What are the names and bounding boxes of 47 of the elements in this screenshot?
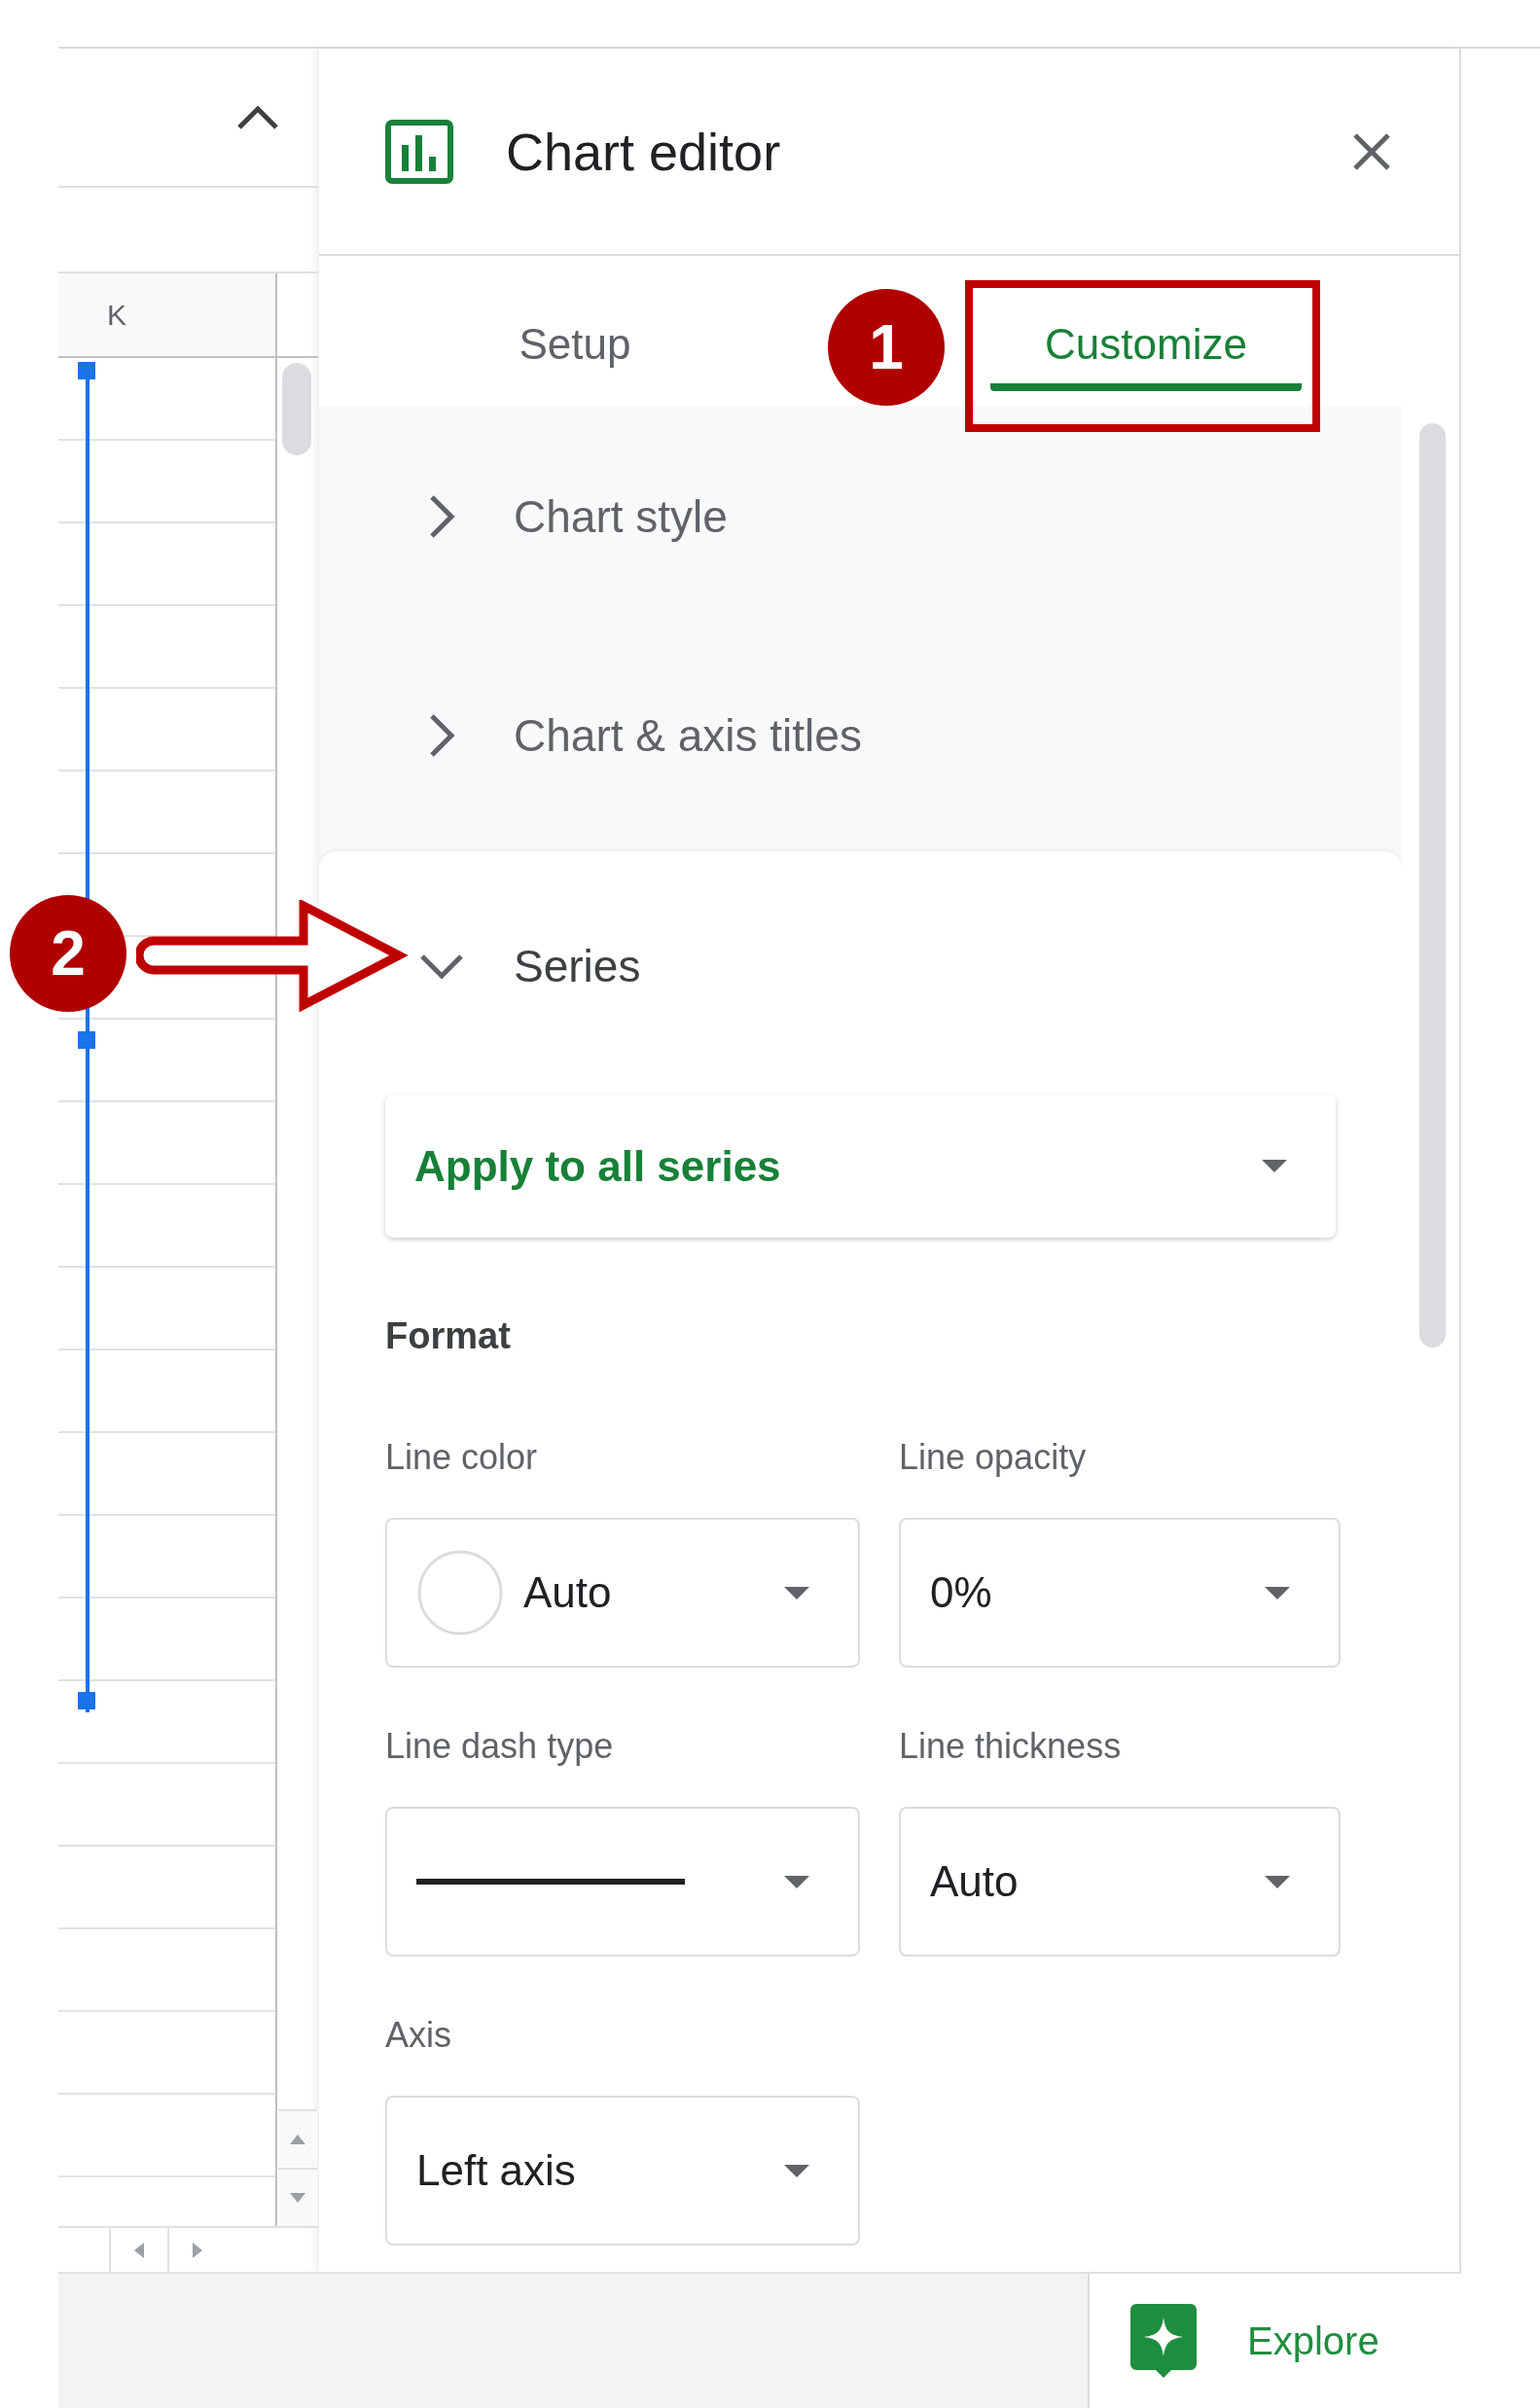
field-label: Line opacity <box>899 1437 1088 1479</box>
caret-icon <box>1262 1160 1287 1172</box>
tab[interactable]: Customize <box>990 256 1302 391</box>
column-header[interactable]: K <box>58 273 277 356</box>
field-label: Line color <box>385 1437 539 1479</box>
color-swatch-icon <box>416 1549 504 1636</box>
dropdown-select[interactable] <box>385 1807 860 1957</box>
caret-icon <box>784 1586 809 1599</box>
selection-handle[interactable] <box>78 362 95 379</box>
select-value: Auto <box>930 1857 1020 1906</box>
caret-icon <box>784 1875 809 1888</box>
section-label: Series <box>514 940 641 992</box>
collapse-up-icon[interactable] <box>236 104 279 130</box>
series-dropdown[interactable]: Apply to all series <box>385 1095 1336 1238</box>
section-heading: Format <box>385 1315 512 1358</box>
dropdown-select[interactable]: Auto <box>385 1518 860 1668</box>
select-value: Left axis <box>416 2146 577 2195</box>
sparkle-icon <box>1130 2304 1197 2378</box>
panel-title: Chart editor <box>506 121 782 182</box>
selection-handle[interactable] <box>78 1031 95 1049</box>
dropdown-select[interactable]: Left axis <box>385 2096 860 2246</box>
scroll-thumb[interactable] <box>282 363 311 455</box>
scroll-left-icon[interactable] <box>134 2242 144 2258</box>
explore-button[interactable]: Explore <box>1088 2272 1461 2408</box>
select-value: 0% <box>930 1568 993 1617</box>
field-label: Line dash type <box>385 1726 615 1768</box>
caret-icon <box>784 2164 809 2177</box>
select-value: Auto <box>523 1568 613 1617</box>
section-label: Chart style <box>514 489 728 543</box>
tab[interactable]: Setup <box>419 256 731 391</box>
selection-handle[interactable] <box>78 1692 95 1709</box>
scroll-up-icon[interactable] <box>290 2135 305 2144</box>
step-badge: 2 <box>10 895 126 1012</box>
scroll-down-icon[interactable] <box>290 2193 305 2203</box>
caret-icon <box>1265 1875 1290 1888</box>
section-label: Chart & axis titles <box>514 708 862 762</box>
dropdown-select[interactable]: 0% <box>899 1518 1341 1668</box>
caret-icon <box>1265 1586 1290 1599</box>
field-label: Line thickness <box>899 1726 1123 1768</box>
step-badge: 1 <box>828 289 945 406</box>
dropdown-select[interactable]: Auto <box>899 1807 1341 1957</box>
close-icon[interactable] <box>1352 131 1391 171</box>
section-header[interactable]: Series <box>319 851 1402 1081</box>
bar-chart-icon <box>385 119 453 184</box>
field-label: Axis <box>385 2015 452 2057</box>
scroll-thumb[interactable] <box>1419 423 1446 1348</box>
scroll-right-icon[interactable] <box>193 2242 202 2258</box>
